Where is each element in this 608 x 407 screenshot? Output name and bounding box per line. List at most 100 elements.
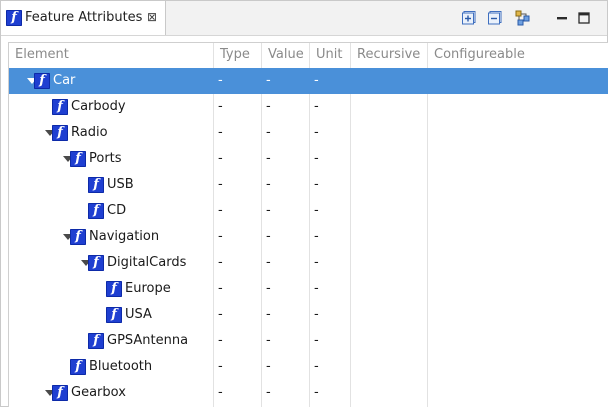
table-row[interactable]: f Gearbox - - - (9, 380, 608, 406)
column-header-type[interactable]: Type (214, 43, 262, 67)
unit-cell[interactable]: - (312, 146, 319, 172)
type-cell[interactable]: - (216, 380, 223, 406)
feature-icon: f (88, 177, 104, 193)
element-cell: f DigitalCards (9, 250, 213, 276)
unit-cell[interactable]: - (312, 94, 319, 120)
element-cell: f Bluetooth (9, 354, 213, 380)
table-row[interactable]: f USB - - - (9, 172, 608, 198)
collapse-all-icon[interactable] (487, 10, 503, 26)
unit-cell[interactable]: - (312, 380, 319, 406)
value-cell[interactable]: - (264, 250, 271, 276)
type-cell[interactable]: - (216, 302, 223, 328)
unit-cell[interactable]: - (312, 198, 319, 224)
type-cell[interactable]: - (216, 198, 223, 224)
feature-icon: f (52, 125, 68, 141)
type-cell[interactable]: - (216, 328, 223, 354)
table-row[interactable]: f CD - - - (9, 198, 608, 224)
type-cell[interactable]: - (216, 94, 223, 120)
unit-cell[interactable]: - (312, 224, 319, 250)
value-cell[interactable]: - (264, 354, 271, 380)
expand-all-icon[interactable] (461, 10, 477, 26)
table-row[interactable]: f Navigation - - - (9, 224, 608, 250)
element-cell: f Radio (9, 120, 213, 146)
table-row[interactable]: f DigitalCards - - - (9, 250, 608, 276)
type-cell[interactable]: - (216, 276, 223, 302)
feature-icon: f (52, 385, 68, 401)
column-header-value[interactable]: Value (262, 43, 310, 67)
unit-cell[interactable]: - (312, 250, 319, 276)
value-cell[interactable]: - (264, 94, 271, 120)
element-cell: f Gearbox (9, 380, 213, 406)
feature-icon: f (88, 333, 104, 349)
element-label: Car (53, 73, 76, 88)
unit-cell[interactable]: - (312, 328, 319, 354)
table-row[interactable]: f Radio - - - (9, 120, 608, 146)
value-cell[interactable]: - (264, 146, 271, 172)
element-label: Carbody (71, 99, 126, 114)
feature-icon: f (34, 73, 50, 89)
value-cell[interactable]: - (264, 224, 271, 250)
element-cell: f Europe (9, 276, 213, 302)
feature-icon: f (106, 281, 122, 297)
column-header-element[interactable]: Element (9, 43, 214, 67)
link-editor-icon[interactable] (515, 10, 531, 26)
feature-icon: f (52, 99, 68, 115)
table-row[interactable]: f Bluetooth - - - (9, 354, 608, 380)
unit-cell[interactable]: - (312, 302, 319, 328)
table-row[interactable]: f Carbody - - - (9, 94, 608, 120)
unit-cell[interactable]: - (312, 120, 319, 146)
element-label: Navigation (89, 229, 160, 244)
maximize-icon[interactable] (576, 10, 592, 26)
type-cell[interactable]: - (216, 250, 223, 276)
element-cell: f USA (9, 302, 213, 328)
view-tab-bar: f Feature Attributes ⊠ (1, 1, 607, 36)
table-row[interactable]: f Europe - - - (9, 276, 608, 302)
element-cell: f Car (9, 68, 213, 94)
table-row[interactable]: f Car - - - (9, 68, 608, 94)
element-label: Gearbox (71, 385, 126, 400)
value-cell[interactable]: - (264, 172, 271, 198)
unit-cell[interactable]: - (312, 354, 319, 380)
tab-feature-attributes[interactable]: f Feature Attributes ⊠ (1, 1, 166, 35)
feature-icon: f (88, 203, 104, 219)
table-header: Element Type Value Unit Recursive Config… (9, 43, 608, 67)
feature-icon: f (70, 359, 86, 375)
type-cell[interactable]: - (216, 146, 223, 172)
value-cell[interactable]: - (264, 380, 271, 406)
element-label: Europe (125, 281, 171, 296)
unit-cell[interactable]: - (312, 68, 319, 94)
feature-icon: f (70, 229, 86, 245)
element-cell: f CD (9, 198, 213, 224)
minimize-icon[interactable] (554, 10, 570, 26)
value-cell[interactable]: - (264, 328, 271, 354)
type-cell[interactable]: - (216, 172, 223, 198)
value-cell[interactable]: - (264, 276, 271, 302)
element-label: DigitalCards (107, 255, 187, 270)
element-cell: f GPSAntenna (9, 328, 213, 354)
unit-cell[interactable]: - (312, 276, 319, 302)
element-label: Ports (89, 151, 122, 166)
value-cell[interactable]: - (264, 198, 271, 224)
column-header-configureable[interactable]: Configureable (428, 43, 608, 67)
element-label: Bluetooth (89, 359, 153, 374)
feature-icon: f (88, 255, 104, 271)
table-row[interactable]: f GPSAntenna - - - (9, 328, 608, 354)
column-header-recursive[interactable]: Recursive (351, 43, 428, 67)
unit-cell[interactable]: - (312, 172, 319, 198)
element-label: USA (125, 307, 152, 322)
feature-icon: f (106, 307, 122, 323)
value-cell[interactable]: - (264, 120, 271, 146)
element-cell: f USB (9, 172, 213, 198)
value-cell[interactable]: - (264, 302, 271, 328)
type-cell[interactable]: - (216, 68, 223, 94)
type-cell[interactable]: - (216, 354, 223, 380)
close-tab-icon[interactable]: ⊠ (146, 10, 158, 24)
column-header-unit[interactable]: Unit (310, 43, 351, 67)
table-row[interactable]: f USA - - - (9, 302, 608, 328)
attributes-tree-table[interactable]: Element Type Value Unit Recursive Config… (8, 42, 608, 407)
table-row[interactable]: f Ports - - - (9, 146, 608, 172)
type-cell[interactable]: - (216, 120, 223, 146)
element-cell: f Carbody (9, 94, 213, 120)
value-cell[interactable]: - (264, 68, 271, 94)
type-cell[interactable]: - (216, 224, 223, 250)
